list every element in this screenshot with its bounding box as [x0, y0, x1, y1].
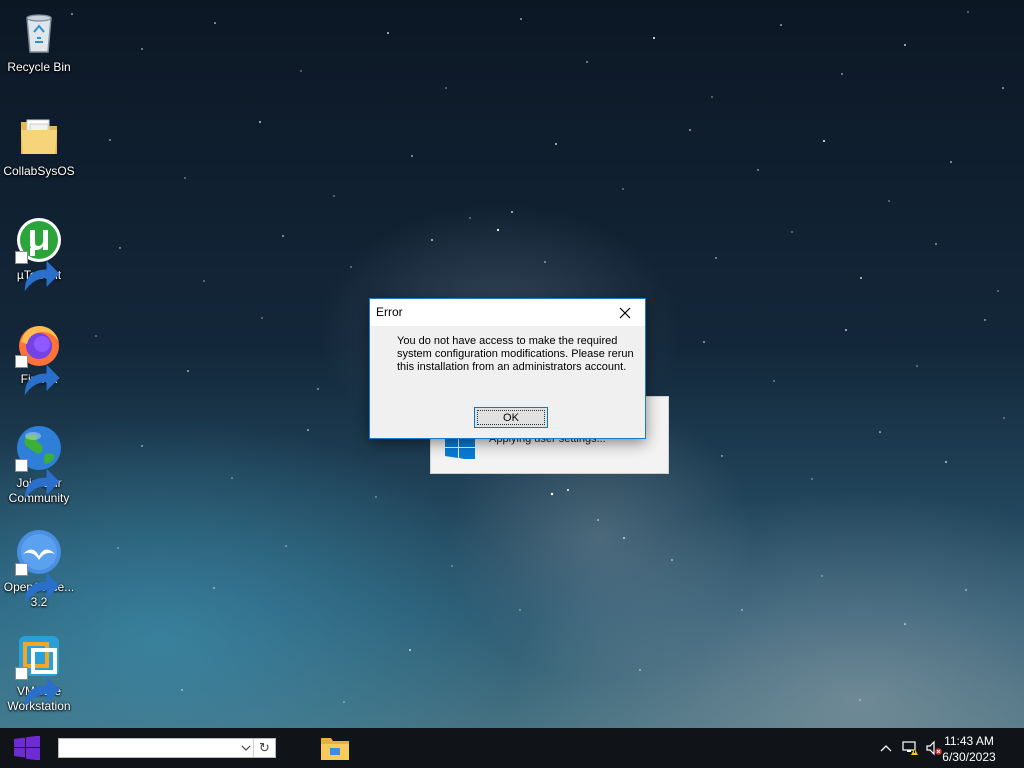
vmware-icon — [15, 632, 63, 708]
search-input[interactable] — [61, 740, 251, 756]
file-explorer-icon — [321, 738, 349, 760]
recycle-bin-icon — [15, 8, 63, 56]
network-warning-icon[interactable] — [902, 740, 918, 756]
desktop-icon-firefox[interactable]: Firefox — [2, 314, 76, 396]
windows-logo-icon — [445, 435, 475, 461]
ok-button[interactable]: OK — [474, 407, 548, 428]
file-explorer-button[interactable] — [316, 728, 354, 768]
error-dialog: Error You do not have access to make the… — [369, 298, 646, 439]
shortcut-arrow-icon — [15, 667, 60, 708]
desktop-icon-collabsysos[interactable]: CollabSysOS — [2, 106, 76, 179]
taskbar: ↻ 11:43 AM 6/30/2023 — [0, 728, 1024, 768]
desktop-icon-join-our-community[interactable]: Join Our Community — [2, 418, 76, 506]
desktop-icon-vmware-workstation[interactable]: VMware Workstation — [2, 626, 76, 714]
chevron-down-icon[interactable] — [239, 739, 253, 757]
openoffice-icon — [15, 528, 63, 604]
refresh-icon[interactable]: ↻ — [253, 739, 275, 757]
shortcut-arrow-icon — [15, 355, 60, 396]
system-tray: 11:43 AM 6/30/2023 — [864, 728, 1024, 768]
taskbar-search-box[interactable]: ↻ — [58, 738, 276, 758]
desktop-icon-label: CollabSysOS — [3, 164, 75, 178]
shortcut-arrow-icon — [15, 563, 60, 604]
folder-icon — [15, 112, 63, 160]
dialog-message: You do not have access to make the requi… — [397, 335, 634, 373]
dialog-titlebar[interactable]: Error — [370, 299, 645, 326]
globe-icon — [15, 424, 63, 500]
shortcut-arrow-icon — [15, 251, 60, 292]
desktop-icon-utorrent[interactable]: µTorrent — [2, 210, 76, 292]
firefox-icon — [15, 320, 63, 396]
close-icon — [619, 307, 631, 318]
utorrent-icon — [15, 216, 63, 292]
close-button[interactable] — [605, 299, 645, 326]
clock-time: 11:43 AM — [944, 734, 994, 748]
chevron-up-icon[interactable] — [878, 740, 894, 756]
clock-date: 6/30/2023 — [942, 750, 996, 764]
shortcut-arrow-icon — [15, 459, 60, 500]
start-button[interactable] — [0, 728, 54, 768]
dialog-title: Error — [376, 305, 403, 319]
windows-start-icon — [14, 736, 40, 760]
desktop-icon-recycle-bin[interactable]: Recycle Bin — [2, 2, 76, 75]
desktop-icon-label: Recycle Bin — [7, 60, 71, 74]
taskbar-clock[interactable]: 11:43 AM 6/30/2023 — [934, 733, 1004, 765]
desktop-icon-openoffice[interactable]: OpenOffice... 3.2 — [2, 522, 76, 610]
